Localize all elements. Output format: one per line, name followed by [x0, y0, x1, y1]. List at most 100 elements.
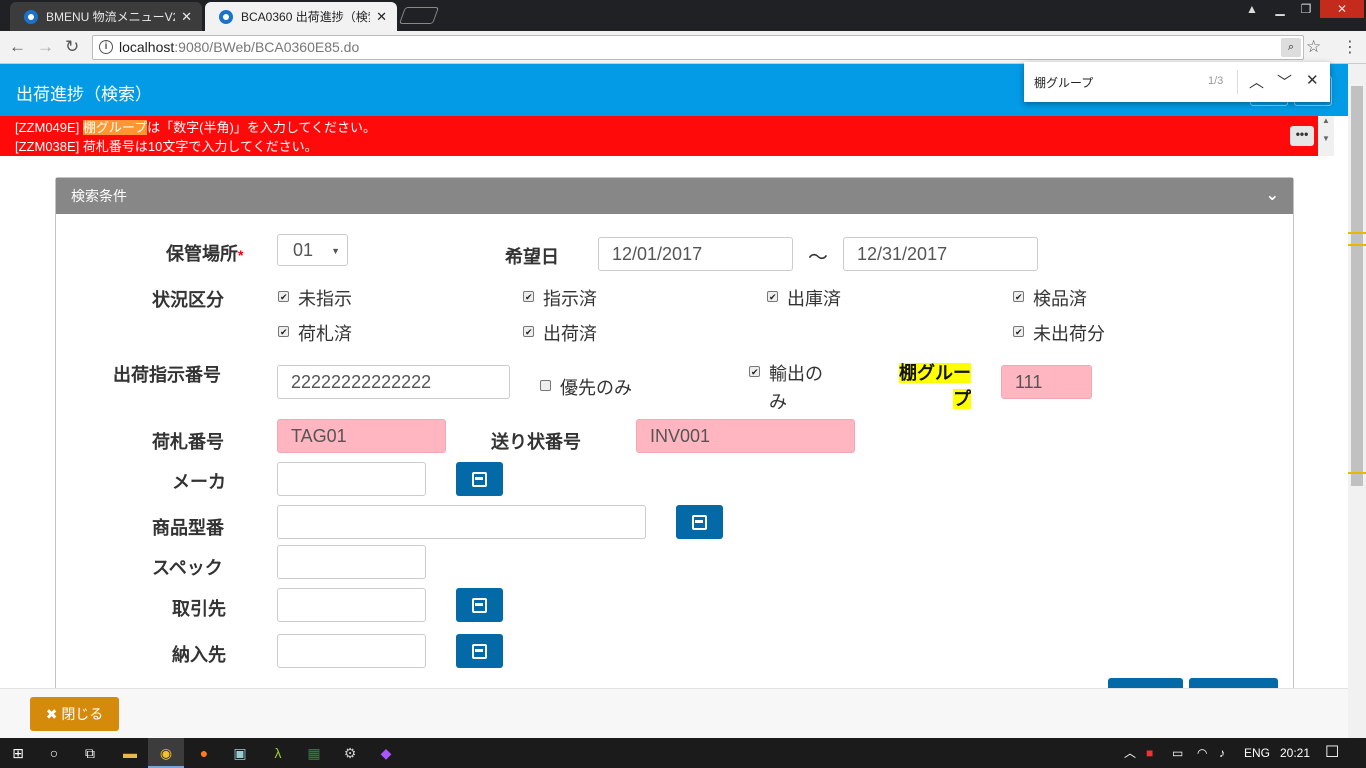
- instruction-number-label: 出荷指示番号: [113, 365, 221, 385]
- restore-button[interactable]: ❐: [1293, 0, 1319, 18]
- find-in-page-icon[interactable]: ⌕: [1281, 38, 1301, 57]
- status-checkbox-shipped[interactable]: 出荷済: [523, 320, 597, 346]
- firefox-icon[interactable]: ●: [186, 738, 222, 768]
- checkbox-icon[interactable]: [523, 326, 534, 337]
- reload-icon[interactable]: ↻: [65, 37, 79, 57]
- tab-bmenu[interactable]: BMENU 物流メニューV2 ✕: [10, 2, 202, 31]
- chevron-down-icon[interactable]: ⌄: [1266, 178, 1279, 214]
- windows-start-icon[interactable]: ⊞: [0, 738, 36, 768]
- priority-only-checkbox[interactable]: 優先のみ: [540, 374, 632, 400]
- instruction-number-input[interactable]: 22222222222222: [277, 365, 510, 399]
- error-message-2: [ZZM038E] 荷札番号は10文字で入力してください。: [15, 139, 318, 154]
- find-bar: 棚グループ 1/3 ︿ ﹀ ✕: [1024, 62, 1330, 102]
- remote-desktop-icon[interactable]: ▣: [222, 738, 258, 768]
- model-number-input[interactable]: [277, 505, 646, 539]
- checkbox-icon[interactable]: [523, 291, 534, 302]
- shelf-group-input[interactable]: 111: [1001, 365, 1092, 399]
- close-button[interactable]: ✖ 閉じる: [30, 697, 119, 731]
- model-lookup-button[interactable]: [676, 505, 723, 539]
- chrome-icon[interactable]: ◉: [148, 738, 184, 768]
- checkbox-icon[interactable]: [278, 291, 289, 302]
- maker-label: メーカ: [172, 472, 226, 492]
- browser-menu-icon[interactable]: ⋮: [1342, 37, 1358, 57]
- tab-title: BCA0360 出荷進捗（検索: [241, 10, 371, 24]
- checkbox-icon[interactable]: [749, 366, 760, 377]
- file-explorer-icon[interactable]: ▬: [112, 738, 148, 768]
- find-next-icon[interactable]: ﹀: [1277, 71, 1292, 92]
- status-checkbox-inspected[interactable]: 検品済: [1013, 285, 1087, 311]
- site-info-icon[interactable]: i: [99, 40, 113, 54]
- find-match-marker: [1348, 244, 1366, 246]
- lambda-app-icon[interactable]: λ: [260, 738, 296, 768]
- checkbox-icon[interactable]: [1013, 326, 1024, 337]
- language-indicator[interactable]: ENG: [1244, 738, 1270, 768]
- export-only-checkbox[interactable]: 輸出のみ: [749, 360, 823, 416]
- checkbox-icon[interactable]: [1013, 291, 1024, 302]
- search-circle-icon[interactable]: ○: [36, 738, 72, 768]
- back-arrow-icon[interactable]: ←: [9, 37, 26, 57]
- close-tab-icon[interactable]: ✕: [181, 9, 192, 25]
- find-count: 1/3: [1208, 75, 1224, 87]
- date-to-input[interactable]: 12/31/2017: [843, 237, 1038, 271]
- settings-gear-icon[interactable]: ⚙: [332, 738, 368, 768]
- find-divider: [1237, 70, 1238, 94]
- find-previous-icon[interactable]: ︿: [1249, 71, 1264, 92]
- status-checkbox-unassigned[interactable]: 未指示: [278, 285, 352, 311]
- find-close-icon[interactable]: ✕: [1306, 71, 1319, 89]
- find-input[interactable]: 棚グループ: [1034, 74, 1093, 91]
- client-lookup-button[interactable]: [456, 588, 503, 622]
- date-range-separator: ～: [808, 247, 828, 269]
- clock[interactable]: 20:21: [1280, 738, 1310, 768]
- new-tab-button[interactable]: [398, 7, 440, 24]
- checkbox-icon[interactable]: [767, 291, 778, 302]
- client-input[interactable]: [277, 588, 426, 622]
- dropdown-arrow-icon: ▼: [331, 246, 340, 256]
- status-checkbox-tagged[interactable]: 荷札済: [278, 320, 352, 346]
- delivery-input[interactable]: [277, 634, 426, 668]
- minimize-button[interactable]: ▁: [1267, 0, 1293, 18]
- client-label: 取引先: [172, 599, 226, 619]
- storage-label: 保管場所*: [166, 244, 244, 264]
- error-scrollbar[interactable]: ▲ ▼: [1318, 116, 1334, 156]
- storage-select[interactable]: 01 ▼: [277, 234, 348, 266]
- notification-icon[interactable]: ☐: [1325, 738, 1339, 768]
- battery-icon[interactable]: ▭: [1172, 738, 1183, 768]
- invoice-number-label: 送り状番号: [491, 432, 581, 452]
- delivery-lookup-button[interactable]: [456, 634, 503, 668]
- page-scrollbar[interactable]: [1348, 64, 1366, 738]
- status-checkbox-assigned[interactable]: 指示済: [523, 285, 597, 311]
- tab-title: BMENU 物流メニューV2: [46, 10, 176, 24]
- forward-arrow-icon[interactable]: →: [37, 37, 54, 57]
- profile-icon[interactable]: ▲: [1239, 0, 1265, 18]
- maker-input[interactable]: [277, 462, 426, 496]
- tray-chevron-icon[interactable]: ︿: [1124, 738, 1136, 768]
- maker-lookup-button[interactable]: [456, 462, 503, 496]
- tag-number-input[interactable]: TAG01: [277, 419, 446, 453]
- volume-icon[interactable]: ♪: [1219, 738, 1225, 768]
- invoice-number-input[interactable]: INV001: [636, 419, 855, 453]
- app-icon[interactable]: ◆: [368, 738, 404, 768]
- panel-header[interactable]: 検索条件 ⌄: [56, 178, 1293, 214]
- url-input[interactable]: i localhost:9080/BWeb/BCA0360E85.do ⌕: [92, 35, 1304, 60]
- scrollbar-thumb[interactable]: [1351, 86, 1363, 486]
- bookmark-star-icon[interactable]: ☆: [1306, 37, 1321, 57]
- close-tab-icon[interactable]: ✕: [376, 9, 387, 25]
- window-close-button[interactable]: ✕: [1320, 0, 1364, 18]
- excel-icon[interactable]: ▦: [296, 738, 332, 768]
- error-text: は「数字(半角)」を入力してください。: [147, 120, 377, 135]
- checkbox-icon[interactable]: [540, 380, 551, 391]
- status-checkbox-unshipped[interactable]: 未出荷分: [1013, 320, 1105, 346]
- task-view-icon[interactable]: ⧉: [72, 738, 108, 768]
- error-banner: [ZZM049E] 棚グループは「数字(半角)」を入力してください。 [ZZM0…: [0, 116, 1318, 156]
- tray-app-icon[interactable]: ■: [1146, 738, 1153, 768]
- checkbox-icon[interactable]: [278, 326, 289, 337]
- spec-input[interactable]: [277, 545, 426, 579]
- tab-bca0360[interactable]: BCA0360 出荷進捗（検索 ✕: [205, 2, 397, 31]
- url-path: :9080/BWeb/BCA0360E85.do: [174, 39, 360, 55]
- wifi-icon[interactable]: ◠: [1197, 738, 1207, 768]
- find-match-marker: [1348, 472, 1366, 474]
- date-from-input[interactable]: 12/01/2017: [598, 237, 793, 271]
- status-checkbox-picked[interactable]: 出庫済: [767, 285, 841, 311]
- error-more-button[interactable]: •••: [1290, 126, 1314, 146]
- spec-label: スペック: [152, 558, 223, 578]
